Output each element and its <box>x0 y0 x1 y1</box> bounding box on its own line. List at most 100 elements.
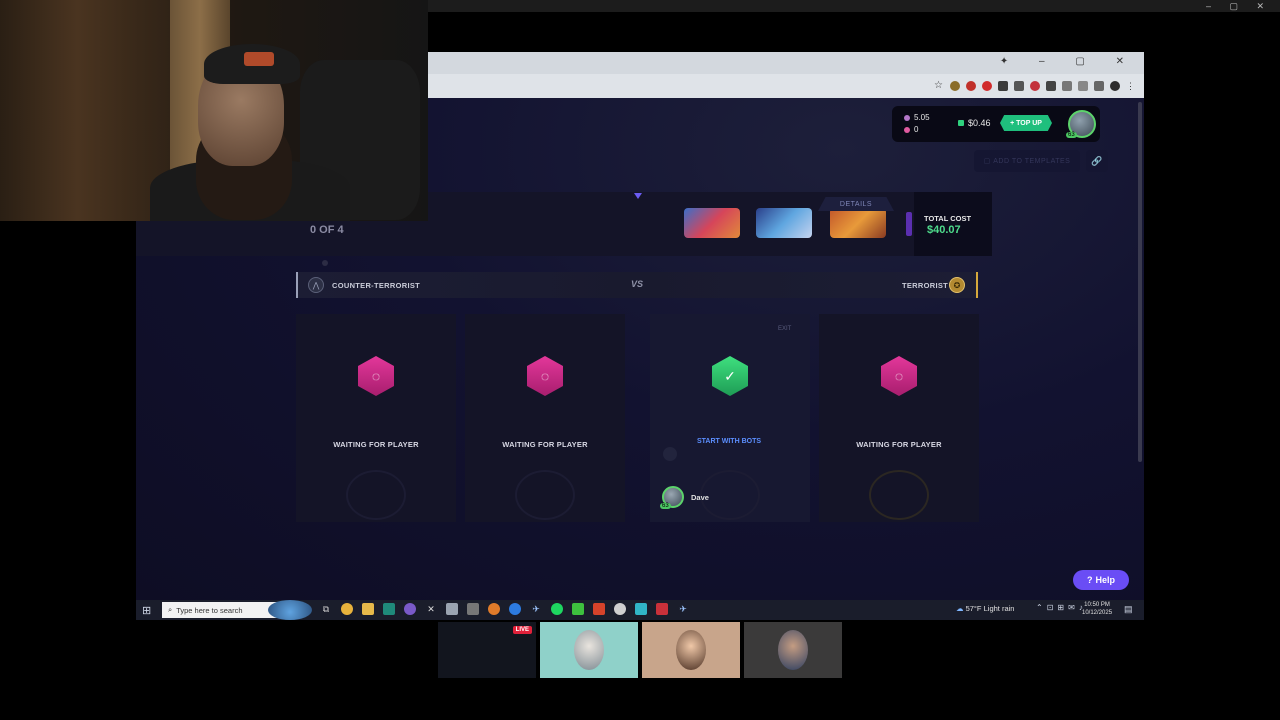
host-window-controls[interactable]: – ▢ ✕ <box>1206 0 1272 12</box>
extension-icon[interactable] <box>966 81 976 91</box>
item-thumbnail[interactable] <box>756 208 812 238</box>
page-scrollbar[interactable] <box>1138 102 1142 462</box>
item-thumbnail[interactable] <box>830 208 886 238</box>
clock-time: 10:50 PM <box>1084 602 1110 608</box>
puzzle-icon[interactable] <box>1078 81 1088 91</box>
add-to-templates-button[interactable]: ▢ ADD TO TEMPLATES <box>974 150 1080 172</box>
file-explorer-icon[interactable] <box>362 603 374 615</box>
player-count: 0 OF 4 <box>310 224 344 236</box>
notifications-icon[interactable]: ▤ <box>1124 604 1133 615</box>
team-emblem-icon <box>346 470 406 520</box>
help-label: Help <box>1095 575 1115 585</box>
guest-thumbnail[interactable] <box>744 622 842 678</box>
check-icon: ✓ <box>712 356 748 396</box>
item-thumbnail[interactable] <box>684 208 740 238</box>
task-view-icon[interactable]: ⧉ <box>320 603 332 615</box>
counter-terrorist-icon: ⋀ <box>308 277 324 293</box>
profile-icon[interactable] <box>1110 81 1120 91</box>
team-emblem-icon <box>700 470 760 520</box>
star-icon[interactable]: ☆ <box>934 81 944 91</box>
extension-icon[interactable] <box>998 81 1008 91</box>
app-icon[interactable]: ✕ <box>425 603 437 615</box>
details-tab[interactable]: DETAILS <box>818 197 894 211</box>
team-emblem-icon <box>515 470 575 520</box>
stream-thumbnails: LIVE <box>438 622 842 678</box>
app-icon[interactable] <box>656 603 668 615</box>
terrorist-icon: ✪ <box>949 277 965 293</box>
balance: $0.46 <box>958 118 991 128</box>
app-icon[interactable] <box>404 603 416 615</box>
slot-status: WAITING FOR PLAYER <box>502 440 588 449</box>
app-icon[interactable] <box>593 603 605 615</box>
top-up-button[interactable]: + TOP UP <box>1000 115 1052 131</box>
loading-icon: ◌ <box>881 356 917 396</box>
weather-widget[interactable]: ☁ 57°F Light rain <box>956 604 1014 613</box>
taskbar-search-input[interactable]: ⌕ Type here to search <box>162 602 284 618</box>
steam-icon[interactable]: ✈ <box>530 603 542 615</box>
top-up-label: TOP UP <box>1016 119 1042 127</box>
extension-icon[interactable] <box>1030 81 1040 91</box>
loading-icon: ◌ <box>358 356 394 396</box>
guest-thumbnail[interactable] <box>642 622 740 678</box>
terrorist-label: TERRORIST <box>902 281 949 290</box>
start-with-bots-button[interactable]: START WITH BOTS <box>686 432 772 450</box>
app-icon[interactable] <box>488 603 500 615</box>
balance-value: $0.46 <box>968 118 991 128</box>
total-cost-value: $40.07 <box>927 224 961 236</box>
app-icon[interactable]: ✈ <box>677 603 689 615</box>
weather-text: 57°F Light rain <box>965 604 1015 613</box>
gem-icon <box>904 114 910 121</box>
sidepanel-icon[interactable] <box>1094 81 1104 91</box>
guest-thumbnail[interactable] <box>540 622 638 678</box>
menu-icon[interactable]: ⋮ <box>1126 81 1136 91</box>
template-icon: ▢ <box>983 158 994 165</box>
browser-extensions: ☆ ⋮ <box>934 79 1136 93</box>
loading-icon: ◌ <box>527 356 563 396</box>
search-highlight-image <box>268 600 312 620</box>
search-icon: ⌕ <box>168 605 173 614</box>
wallet-stat-2-value: 0 <box>914 125 919 134</box>
ct-accent <box>296 272 298 298</box>
guest-avatar <box>574 630 604 670</box>
player-slot-2[interactable]: ◌ WAITING FOR PLAYER <box>465 314 625 522</box>
app-icon[interactable] <box>383 603 395 615</box>
player-slot-1[interactable]: ◌ WAITING FOR PLAYER <box>296 314 456 522</box>
link-button[interactable]: 🔗 <box>1086 150 1108 172</box>
app-icon[interactable] <box>509 603 521 615</box>
marker-icon <box>634 193 642 199</box>
system-tray-icons[interactable]: ⌃⊡⊞✉♪ <box>1036 603 1087 612</box>
help-button[interactable]: ? Help <box>1073 570 1129 590</box>
search-placeholder: Type here to search <box>176 605 243 615</box>
t-accent <box>976 272 978 298</box>
slot-status: WAITING FOR PLAYER <box>856 440 942 449</box>
exit-button[interactable]: EXIT <box>778 326 791 332</box>
player-slot-4[interactable]: ◌ WAITING FOR PLAYER <box>819 314 979 522</box>
versus-label: VS <box>631 279 644 289</box>
extension-icon[interactable] <box>982 81 992 91</box>
slot-status: WAITING FOR PLAYER <box>333 440 419 449</box>
stream-thumbnail-screen[interactable]: LIVE <box>438 622 536 678</box>
ticket-icon <box>904 126 910 133</box>
windows-start-icon[interactable]: ⊞ <box>142 604 151 617</box>
app-icon[interactable] <box>614 603 626 615</box>
extension-icon[interactable] <box>1062 81 1072 91</box>
spotify-icon[interactable] <box>551 603 563 615</box>
player-level-badge: 63 <box>660 503 671 509</box>
app-icon[interactable] <box>467 603 479 615</box>
counter-terrorist-label: COUNTER-TERRORIST <box>332 281 421 290</box>
clock[interactable]: 10:50 PM 10/12/2025 <box>1082 601 1112 617</box>
link-icon: 🔗 <box>1091 155 1103 166</box>
app-icon[interactable] <box>446 603 458 615</box>
wallet-stat-1-value: 5.05 <box>914 113 930 122</box>
browser-window-controls[interactable]: ✦ – ▢ ✕ <box>1000 56 1138 67</box>
extension-icon[interactable] <box>1046 81 1056 91</box>
taskbar-apps: ⧉ ✕ ✈ ✈ <box>320 603 689 615</box>
webcam-cap-patch <box>244 52 274 66</box>
wallet-stat-2: 0 <box>904 125 918 134</box>
extension-icon[interactable] <box>1014 81 1024 91</box>
extension-icon[interactable] <box>950 81 960 91</box>
item-thumbnail-partial[interactable] <box>906 212 912 236</box>
chrome-icon[interactable] <box>341 603 353 615</box>
app-icon[interactable] <box>635 603 647 615</box>
app-icon[interactable] <box>572 603 584 615</box>
